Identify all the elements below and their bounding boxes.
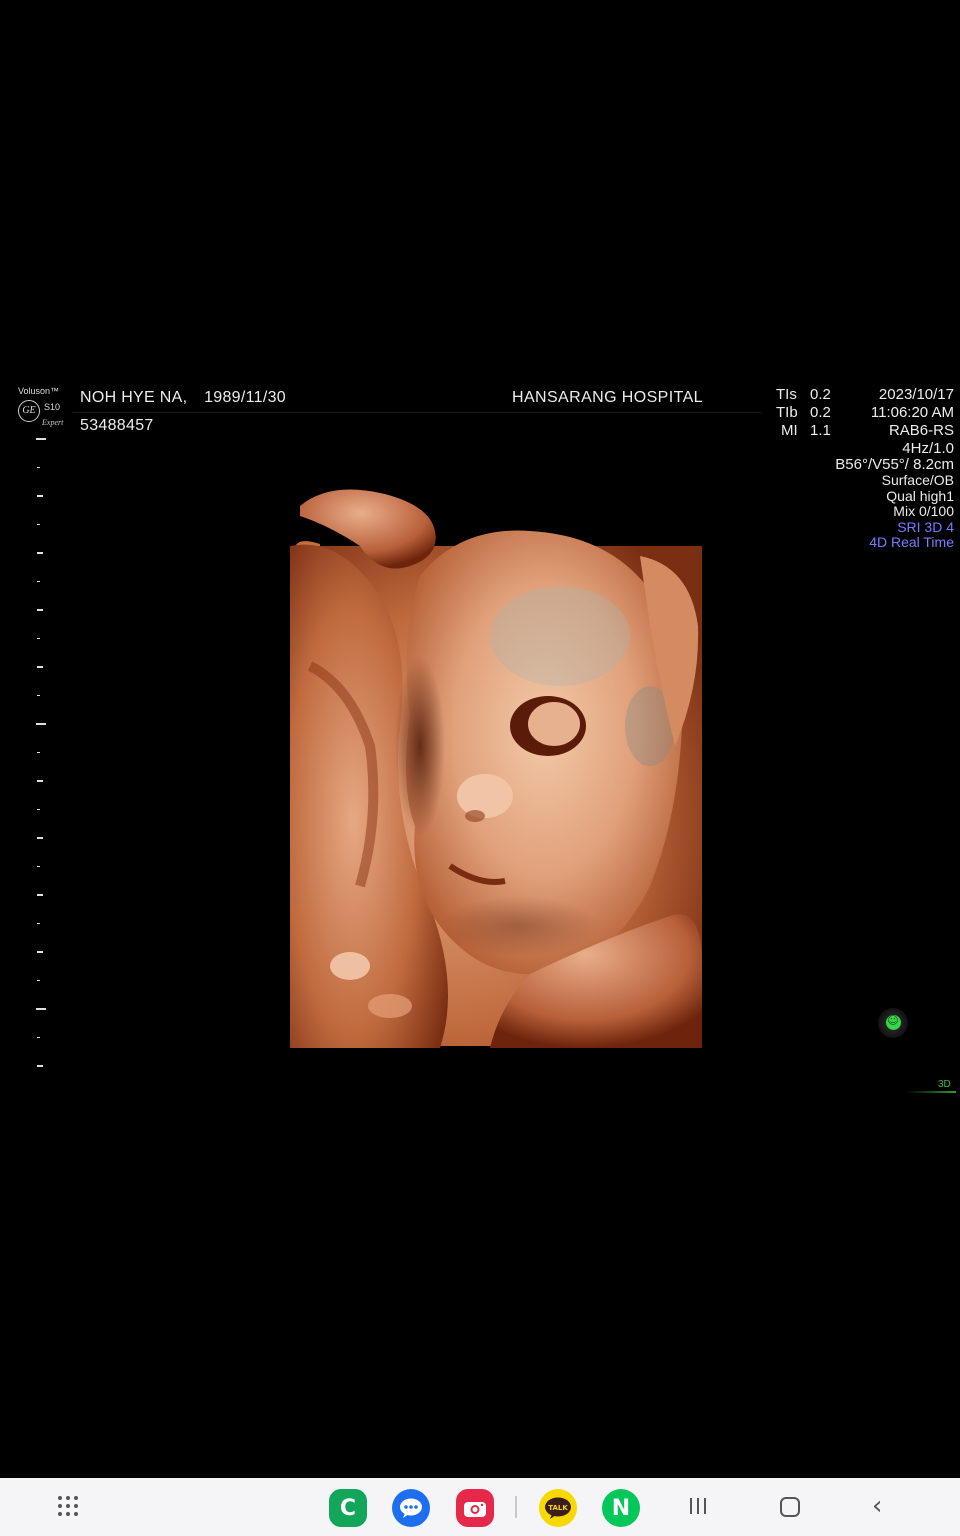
depth-tick	[37, 580, 40, 582]
param-key: MI	[781, 422, 798, 439]
depth-tick	[37, 666, 43, 668]
ge-logo-icon: GE	[18, 400, 40, 422]
depth-tick	[36, 438, 46, 440]
depth-tick	[37, 552, 43, 554]
depth-tick	[37, 894, 43, 896]
param-key: TIb	[776, 404, 798, 421]
probe-name: RAB6-RS	[888, 422, 954, 439]
messages-app-icon[interactable]	[392, 1489, 430, 1527]
home-button[interactable]	[780, 1497, 800, 1517]
depth-tick	[37, 1065, 43, 1067]
brand-label: Voluson™	[18, 386, 60, 396]
mode-setting: Surface/OB	[881, 472, 954, 488]
patient-id: 53488457	[80, 417, 154, 434]
back-button[interactable]: ‹	[872, 1493, 882, 1519]
patient-dob: 1989/11/30	[204, 389, 286, 406]
patient-info: NOH HYE NA, 1989/11/30	[80, 389, 286, 407]
realtime-setting: 4D Real Time	[869, 534, 954, 550]
depth-tick	[37, 979, 40, 981]
depth-tick	[37, 1036, 40, 1038]
depth-tick	[37, 837, 43, 839]
smiley-icon: ☺	[887, 1014, 899, 1027]
kakaotalk-app-icon[interactable]: TALK	[539, 1489, 577, 1527]
app-drawer-icon[interactable]	[58, 1496, 80, 1518]
depth-tick	[37, 637, 40, 639]
depth-tick	[37, 951, 43, 953]
angle-setting: B56°/V55°/ 8.2cm	[835, 456, 954, 473]
model-label: S10	[44, 402, 61, 412]
frequency-setting: 4Hz/1.0	[902, 440, 954, 457]
depth-tick	[37, 751, 40, 753]
recent-apps-button[interactable]	[690, 1498, 706, 1514]
param-value: 0.2	[810, 404, 831, 421]
ultrasound-3d-render	[290, 486, 702, 1048]
depth-tick	[37, 694, 40, 696]
param-row: TIs 0.2	[776, 386, 831, 404]
naver-app-icon[interactable]: N	[602, 1489, 640, 1527]
imaging-settings: 4Hz/1.0 B56°/V55°/ 8.2cm Surface/OB Qual…	[835, 441, 954, 551]
depth-tick	[37, 466, 40, 468]
hospital-name: HANSARANG HOSPITAL	[512, 389, 703, 406]
param-row: MI 1.1	[776, 422, 831, 440]
camera-app-icon[interactable]	[456, 1489, 494, 1527]
quality-setting: Qual high1	[886, 487, 954, 504]
mode-3d-line	[906, 1091, 956, 1093]
patient-name: NOH HYE NA,	[80, 389, 188, 406]
kakaotalk-label: TALK	[548, 1504, 568, 1512]
depth-tick	[37, 780, 43, 782]
depth-tick	[37, 865, 40, 867]
depth-tick	[36, 723, 46, 725]
param-value: 1.1	[810, 422, 831, 439]
depth-tick	[36, 1008, 46, 1010]
depth-tick	[37, 808, 40, 810]
depth-tick	[37, 523, 40, 525]
phone-app-icon[interactable]: C	[329, 1489, 367, 1527]
header-divider	[72, 412, 762, 413]
depth-scale	[36, 438, 48, 1074]
exam-date: 2023/10/17	[878, 386, 954, 403]
acoustic-params: TIs 0.2 TIb 0.2 MI 1.1	[776, 386, 831, 440]
depth-tick	[37, 609, 43, 611]
param-row: TIb 0.2	[776, 404, 831, 422]
param-value: 0.2	[810, 386, 831, 403]
navigation-bar: C TALK N ‹	[0, 1478, 960, 1536]
depth-tick	[37, 922, 40, 924]
sri-setting: SRI 3D 4	[897, 518, 954, 535]
datetime-block: 2023/10/17 11:06:20 AM RAB6-RS	[871, 386, 954, 440]
voluson-logo: Voluson™ GE S10 Expert	[16, 386, 66, 434]
exam-time: 11:06:20 AM	[870, 404, 954, 421]
nav-separator	[515, 1496, 517, 1518]
model-suffix-label: Expert	[42, 418, 64, 427]
param-key: TIs	[776, 386, 797, 403]
mix-setting: Mix 0/100	[893, 503, 954, 519]
mode-3d-label: 3D	[938, 1079, 951, 1090]
depth-tick	[37, 495, 43, 497]
